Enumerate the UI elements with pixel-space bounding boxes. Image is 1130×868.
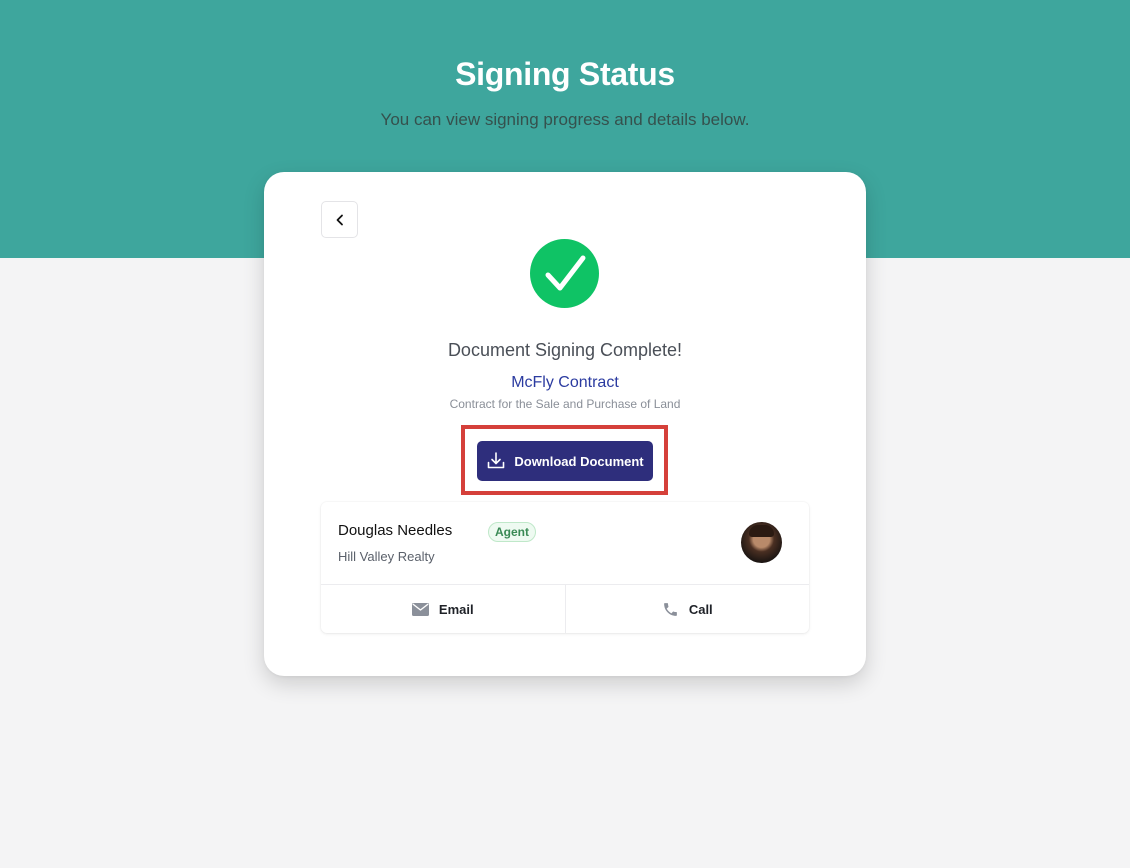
email-label: Email	[438, 601, 474, 617]
agent-name: Douglas Needles	[338, 522, 453, 539]
agent-role-badge: Agent	[488, 522, 536, 542]
back-chevron-icon	[336, 214, 343, 225]
signing-complete-heading: Document Signing Complete!	[447, 340, 683, 360]
success-badge	[530, 239, 599, 308]
agent-contact-card: Douglas Needles Agent Hill Valley Realty…	[321, 502, 809, 633]
avatar	[741, 522, 782, 563]
email-button[interactable]: Email	[321, 585, 565, 633]
document-description: Contract for the Sale and Purchase of La…	[449, 397, 681, 411]
phone-icon	[663, 602, 677, 616]
agent-company: Hill Valley Realty	[338, 549, 435, 564]
back-button[interactable]	[321, 201, 358, 238]
download-document-label: Download Document	[514, 453, 644, 469]
signing-status-card: Document Signing Complete! McFly Contrac…	[264, 172, 866, 676]
call-button[interactable]: Call	[564, 585, 810, 633]
call-label: Call	[688, 601, 713, 617]
agent-actions: Email Call	[321, 584, 809, 633]
document-name-link[interactable]: McFly Contract	[264, 374, 866, 392]
page-title: Signing Status	[455, 56, 675, 92]
download-icon	[488, 452, 505, 469]
mail-icon	[411, 602, 429, 616]
download-document-button[interactable]: Download Document	[477, 441, 653, 481]
page-subtitle: You can view signing progress and detail…	[380, 110, 750, 129]
checkmark-icon	[545, 255, 585, 290]
